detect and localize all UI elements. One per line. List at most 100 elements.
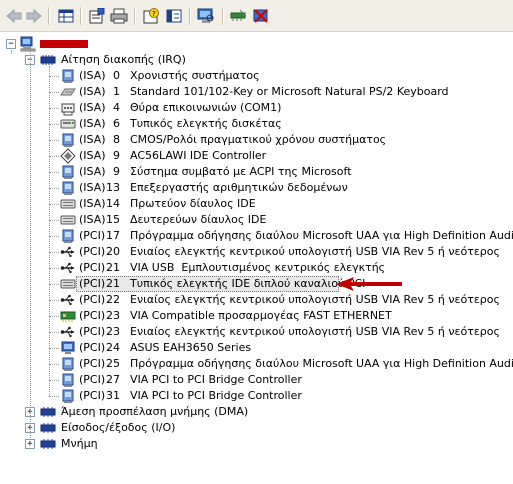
irq-number: 6 [113, 117, 120, 130]
device-row[interactable]: (PCI) 27 VIA PCI to PCI Bridge Controller [0, 372, 513, 388]
dma-icon [40, 420, 56, 436]
device-row[interactable]: (PCI) 25 Πρόγραμμα οδήγησης διαύλου Micros… [0, 356, 513, 372]
device-row[interactable]: (ISA) 0 Χρονιστής συστήματος [0, 68, 513, 84]
uninstall-device-icon[interactable] [252, 8, 270, 24]
tree-connector-line [49, 364, 59, 365]
irq-number: 8 [113, 133, 120, 146]
back-arrow-icon[interactable] [5, 8, 23, 24]
tree-connector-line [49, 220, 59, 221]
bus-type: (ISA) [79, 101, 106, 114]
irq-number: 15 [106, 213, 120, 226]
bus-type: (PCI) [79, 357, 106, 370]
tree-connector-line [49, 332, 59, 333]
device-row[interactable]: (ISA) 14 Πρωτεύον δίαυλος IDE [0, 196, 513, 212]
bus-type: (ISA) [79, 197, 106, 210]
device-row[interactable]: (PCI) 17 Πρόγραμμα οδήγησης διαύλου Micros… [0, 228, 513, 244]
irq-number: 24 [106, 341, 120, 354]
bus-type: (ISA) [79, 117, 106, 130]
device-row[interactable]: (ISA) 4 Θύρα επικοινωνιών (COM1) [0, 100, 513, 116]
device-row[interactable]: (ISA) 9 AC56LAWI IDE Controller [0, 148, 513, 164]
bus-type: (ISA) [79, 165, 106, 178]
tree-root[interactable]: − [0, 36, 513, 52]
device-name: Τυπικός ελεγκτής δισκέτας [130, 117, 282, 130]
tree-connector-line [49, 76, 59, 77]
device-row[interactable]: (ISA) 9 Σύστημα συμβατό με ACPI της Micros… [0, 164, 513, 180]
category-collapsed[interactable]: + Είσοδος/έξοδος (I/O) [0, 420, 513, 436]
device-row[interactable]: (ISA) 6 Τυπικός ελεγκτής δισκέτας [0, 116, 513, 132]
ide-channel-icon [60, 212, 76, 228]
device-name: Standard 101/102-Key or Microsoft Natura… [130, 85, 449, 98]
device-row-selected[interactable]: (PCI) 21 Τυπικός ελεγκτής IDE διπλού καναλ… [0, 276, 513, 292]
device-row[interactable]: (ISA) 13 Επεξεργαστής αριθμητικών δεδομένω… [0, 180, 513, 196]
category-collapsed[interactable]: + Μνήμη [0, 436, 513, 452]
device-row[interactable]: (PCI) 31 VIA PCI to PCI Bridge Controller [0, 388, 513, 404]
bus-type: (ISA) [79, 181, 106, 194]
irq-number: 0 [113, 69, 120, 82]
bus-type: (PCI) [79, 373, 106, 386]
device-name: Σύστημα συμβατό με ACPI της Microsoft [130, 165, 352, 178]
bus-type: (PCI) [79, 389, 106, 402]
bus-type: (PCI) [79, 229, 106, 242]
irq-number: 17 [106, 229, 120, 242]
device-name: Θύρα επικοινωνιών (COM1) [130, 101, 282, 114]
device-name: AC56LAWI IDE Controller [130, 149, 267, 162]
system-device-icon [60, 164, 76, 180]
tree-connector-line [49, 300, 59, 301]
device-row[interactable]: (PCI) 23 Ενιαίος ελεγκτής κεντρικού υπολογ… [0, 324, 513, 340]
system-device-icon [60, 68, 76, 84]
device-row[interactable]: (PCI) 23 VIA Compatible προσαρμογέας FAST … [0, 308, 513, 324]
ide-channel-icon [60, 196, 76, 212]
device-row[interactable]: (PCI) 24 ASUS EAH3650 Series [0, 340, 513, 356]
device-name: Ενιαίος ελεγκτής κεντρικού υπολογιστή US… [130, 245, 500, 258]
device-row[interactable]: (PCI) 21 VIA USB Εμπλουτισμένος κεντρικός … [0, 260, 513, 276]
device-row[interactable]: (ISA) 8 CMOS/Ρολόι πραγματικού χρόνου συστ… [0, 132, 513, 148]
collapse-expander[interactable]: − [6, 39, 16, 49]
network-diamond-icon [60, 148, 76, 164]
irq-number: 21 [106, 277, 120, 290]
bus-type: (ISA) [79, 85, 106, 98]
device-name: CMOS/Ρολόι πραγματικού χρόνου συστήματος [130, 133, 387, 146]
tree-connector-line [49, 380, 59, 381]
system-device-icon [60, 228, 76, 244]
toolbar: ? [0, 0, 513, 32]
show-hidden-icon[interactable] [165, 8, 183, 24]
category-label: Είσοδος/έξοδος (I/O) [61, 421, 176, 434]
device-name: VIA USB Εμπλουτισμένος κεντρικός ελεγκτή… [130, 261, 386, 274]
category-collapsed[interactable]: + Άμεση προσπέλαση μνήμης (DMA) [0, 404, 513, 420]
help-icon[interactable]: ? [142, 8, 160, 24]
properties-grid-icon[interactable] [57, 8, 75, 24]
tree-connector-line [49, 188, 59, 189]
device-row[interactable]: (PCI) 20 Ενιαίος ελεγκτής κεντρικού υπολογ… [0, 244, 513, 260]
bus-type: (PCI) [79, 261, 106, 274]
irq-number: 9 [113, 149, 120, 162]
dma-icon [40, 404, 56, 420]
usb-icon [60, 244, 76, 260]
system-device-icon [60, 388, 76, 404]
bus-type: (PCI) [79, 277, 106, 290]
print-icon[interactable] [110, 8, 128, 24]
device-name: Ενιαίος ελεγκτής κεντρικού υπολογιστή US… [130, 325, 500, 338]
usb-icon [60, 292, 76, 308]
bus-type: (ISA) [79, 149, 106, 162]
forward-arrow-icon[interactable] [25, 8, 43, 24]
device-row[interactable]: (ISA) 15 Δευτερεύων δίαυλος IDE [0, 212, 513, 228]
device-row[interactable]: (PCI) 22 Ενιαίος ελεγκτής κεντρικού υπολογ… [0, 292, 513, 308]
annotation-arrow [336, 277, 402, 291]
irq-number: 20 [106, 245, 120, 258]
irq-number: 13 [106, 181, 120, 194]
device-row[interactable]: (ISA) 1 Standard 101/102-Key or Microsoft … [0, 84, 513, 100]
tree-connector-line [49, 396, 59, 397]
disable-device-icon[interactable] [230, 8, 248, 24]
device-tree: − − Αίτηση διακοπής (IRQ) (ISA) 0 Χρονιστής σ… [0, 36, 513, 484]
scan-hardware-icon[interactable] [197, 8, 215, 24]
update-driver-icon[interactable] [88, 8, 106, 24]
tree-connector-line [49, 268, 59, 269]
device-name: Επεξεργαστής αριθμητικών δεδομένων [130, 181, 348, 194]
tree-connector-line [49, 140, 59, 141]
irq-number: 31 [106, 389, 120, 402]
tree-connector-line [49, 236, 59, 237]
device-name: Πρόγραμμα οδήγησης διαύλου Microsoft UAA… [130, 229, 513, 242]
tree-connector-line [49, 92, 59, 93]
category-irq[interactable]: − Αίτηση διακοπής (IRQ) [0, 52, 513, 68]
system-device-icon [60, 356, 76, 372]
